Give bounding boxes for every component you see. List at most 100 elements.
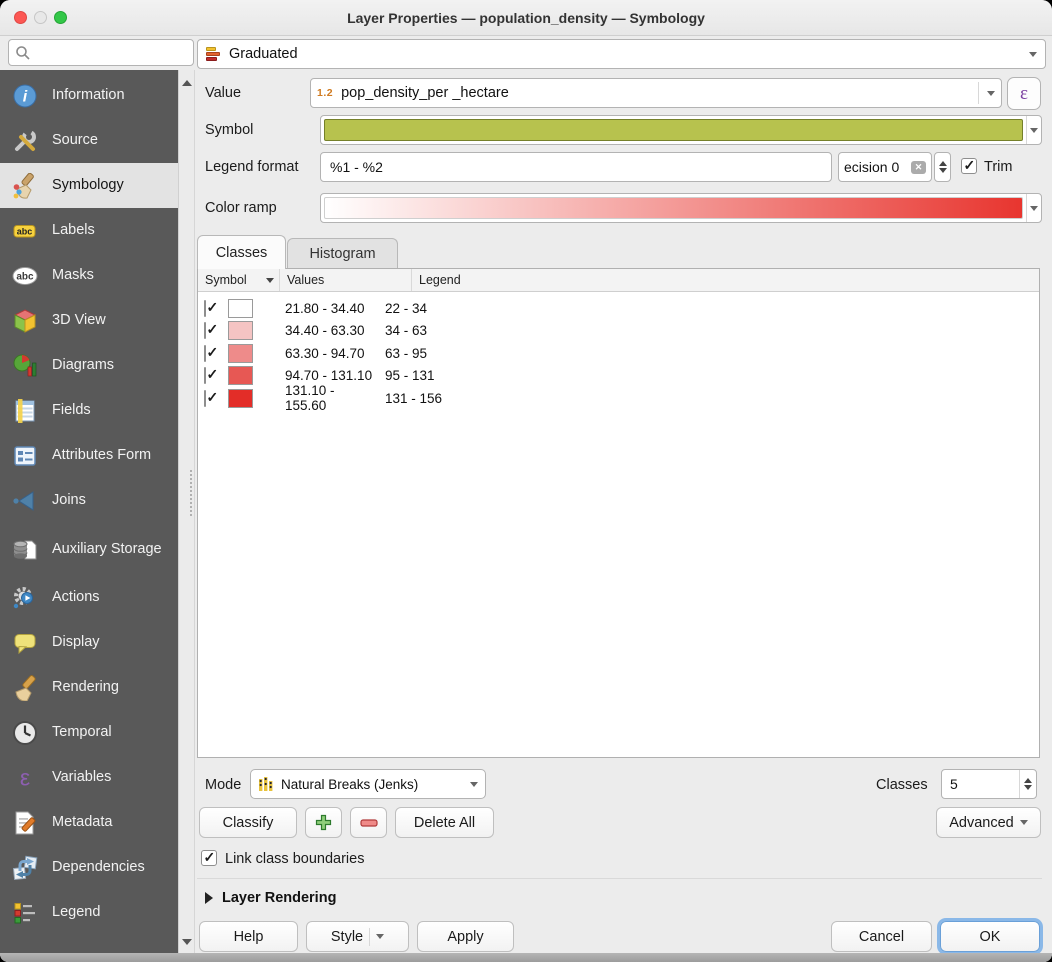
symbol-label: Symbol — [205, 122, 253, 138]
link-class-boundaries-checkbox[interactable] — [201, 850, 217, 866]
class-row[interactable]: 63.30 - 94.70 63 - 95 — [198, 342, 1039, 365]
render-brush-icon — [11, 674, 39, 702]
window-title: Layer Properties — population_density — … — [100, 0, 952, 36]
speech-bubble-icon — [11, 629, 39, 657]
minus-icon — [360, 817, 378, 829]
sidebar-item-actions[interactable]: Actions — [0, 575, 178, 620]
precision-spinbox[interactable]: ecision 0 ✕ — [838, 152, 932, 182]
splitter-handle[interactable] — [190, 470, 193, 516]
value-field-dropdown[interactable]: 1.2 pop_density_per _hectare — [310, 78, 1002, 108]
class-visibility-checkbox[interactable] — [204, 345, 206, 362]
delete-all-button[interactable]: Delete All — [395, 807, 494, 838]
svg-text:abc: abc — [16, 271, 34, 282]
class-color-swatch[interactable] — [228, 366, 253, 385]
classify-button[interactable]: Classify — [199, 807, 297, 838]
trim-checkbox[interactable] — [961, 158, 977, 174]
chevron-down-icon — [1030, 128, 1038, 133]
class-color-swatch[interactable] — [228, 344, 253, 363]
add-class-button[interactable] — [305, 807, 342, 838]
symbol-dropdown-arrow[interactable] — [1026, 116, 1041, 144]
sidebar-item-symbology[interactable]: Symbology — [0, 163, 178, 208]
color-ramp-dropdown-arrow[interactable] — [1026, 194, 1041, 222]
sidebar-item-dependencies[interactable]: Dependencies — [0, 845, 178, 890]
sidebar-item-legend[interactable]: Legend — [0, 890, 178, 935]
ok-button[interactable]: OK — [940, 921, 1040, 952]
sidebar-item-auxiliary-storage[interactable]: Auxiliary Storage — [0, 523, 178, 575]
column-header-values[interactable]: Values — [280, 269, 412, 291]
close-window-button[interactable] — [14, 11, 27, 24]
sidebar-item-attributes-form[interactable]: Attributes Form — [0, 433, 178, 478]
scroll-up-icon[interactable] — [182, 80, 192, 86]
step-down-icon[interactable] — [1024, 785, 1032, 790]
section-divider — [197, 878, 1042, 879]
step-up-icon[interactable] — [1024, 778, 1032, 783]
sidebar-item-rendering[interactable]: Rendering — [0, 665, 178, 710]
class-row[interactable]: 34.40 - 63.30 34 - 63 — [198, 320, 1039, 343]
paintbrush-icon — [11, 172, 39, 200]
classes-count-stepper[interactable] — [1019, 770, 1036, 798]
sidebar-item-joins[interactable]: Joins — [0, 478, 178, 523]
sidebar-item-fields[interactable]: Fields — [0, 388, 178, 433]
class-color-swatch[interactable] — [228, 389, 253, 408]
class-legend: 131 - 156 — [379, 391, 442, 406]
svg-text:i: i — [23, 88, 28, 105]
class-legend: 95 - 131 — [379, 368, 435, 383]
class-row[interactable]: 21.80 - 34.40 22 - 34 — [198, 297, 1039, 320]
sidebar-item-information[interactable]: i Information — [0, 73, 178, 118]
sidebar-item-variables[interactable]: ε Variables — [0, 755, 178, 800]
sidebar-item-3d-view[interactable]: 3D View — [0, 298, 178, 343]
style-button[interactable]: Style — [306, 921, 409, 952]
classes-count-spinbox[interactable]: 5 — [941, 769, 1037, 799]
class-visibility-checkbox[interactable] — [204, 300, 206, 317]
sidebar-item-metadata[interactable]: Metadata — [0, 800, 178, 845]
column-header-legend[interactable]: Legend — [412, 269, 1039, 291]
remove-class-button[interactable] — [350, 807, 387, 838]
clear-value-icon[interactable]: ✕ — [911, 161, 926, 174]
class-color-swatch[interactable] — [228, 299, 253, 318]
zoom-window-button[interactable] — [54, 11, 67, 24]
mode-dropdown[interactable]: Natural Breaks (Jenks) — [250, 769, 486, 799]
precision-stepper[interactable] — [934, 152, 951, 182]
window-bottom-edge — [0, 953, 1052, 962]
minimize-window-button[interactable] — [34, 11, 47, 24]
column-header-symbol[interactable]: Symbol — [198, 269, 280, 291]
scroll-down-icon[interactable] — [182, 939, 192, 945]
sidebar-item-masks[interactable]: abc Masks — [0, 253, 178, 298]
class-visibility-checkbox[interactable] — [204, 367, 206, 384]
sidebar-item-diagrams[interactable]: Diagrams — [0, 343, 178, 388]
plus-icon — [315, 814, 332, 831]
class-color-swatch[interactable] — [228, 321, 253, 340]
expression-builder-button[interactable]: ε — [1007, 77, 1041, 110]
legend-format-label: Legend format — [205, 159, 299, 175]
tab-classes[interactable]: Classes — [197, 235, 286, 269]
search-icon — [15, 45, 31, 61]
class-visibility-checkbox[interactable] — [204, 322, 206, 339]
sidebar-item-temporal[interactable]: Temporal — [0, 710, 178, 755]
apply-button[interactable]: Apply — [417, 921, 514, 952]
step-up-icon[interactable] — [939, 161, 947, 166]
legend-format-input[interactable]: %1 - %2 — [320, 152, 832, 182]
search-input[interactable] — [8, 39, 194, 66]
chevron-down-icon — [1030, 206, 1038, 211]
tab-histogram[interactable]: Histogram — [287, 238, 398, 269]
layer-rendering-section[interactable]: Layer Rendering — [205, 890, 336, 906]
class-row[interactable]: 131.10 - 155.60 131 - 156 — [198, 387, 1039, 410]
chevron-down-icon — [987, 91, 995, 96]
renderer-type-dropdown[interactable]: Graduated — [197, 39, 1046, 69]
color-ramp-button[interactable] — [320, 193, 1042, 223]
help-button[interactable]: Help — [199, 921, 298, 952]
advanced-button[interactable]: Advanced — [936, 807, 1041, 838]
sidebar-item-source[interactable]: Source — [0, 118, 178, 163]
cancel-button[interactable]: Cancel — [831, 921, 932, 952]
abc-mask-icon: abc — [11, 262, 39, 290]
table-fields-icon — [11, 397, 39, 425]
symbol-button[interactable] — [320, 115, 1042, 145]
sidebar-item-labels[interactable]: abc Labels — [0, 208, 178, 253]
chevron-down-icon — [1029, 52, 1037, 57]
step-down-icon[interactable] — [939, 168, 947, 173]
clock-icon — [11, 719, 39, 747]
sidebar-item-display[interactable]: Display — [0, 620, 178, 665]
mode-selected-value: Natural Breaks (Jenks) — [281, 777, 464, 792]
chevron-down-icon — [470, 782, 478, 787]
class-visibility-checkbox[interactable] — [204, 390, 206, 407]
